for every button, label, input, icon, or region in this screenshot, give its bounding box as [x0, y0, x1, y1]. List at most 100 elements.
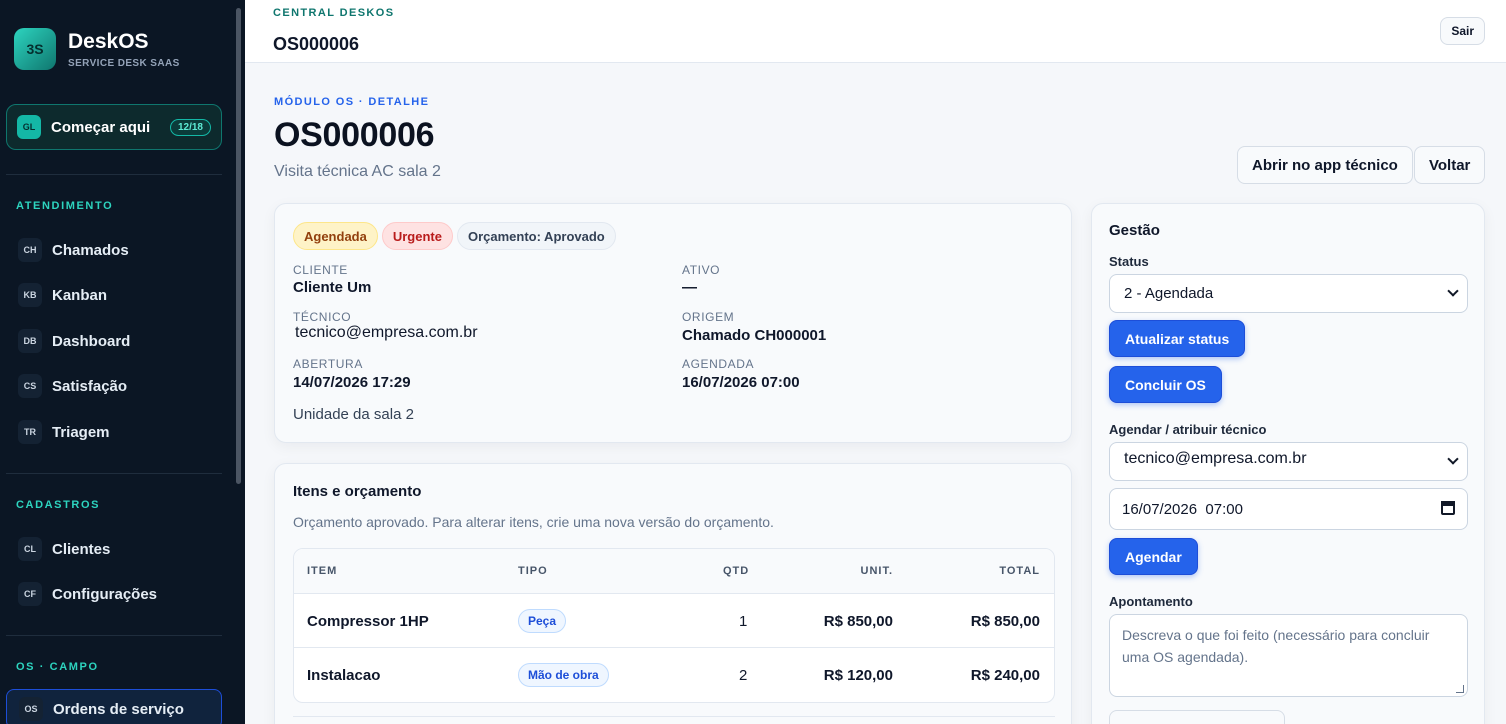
start-here-button[interactable]: GL Começar aqui 12/18	[6, 104, 222, 150]
status-select[interactable]: 2 - Agendada	[1109, 274, 1468, 313]
clientes-icon: CL	[18, 537, 42, 561]
col-total: TOTAL	[999, 565, 1040, 577]
items-table: ITEM TIPO QTD UNIT. TOTAL Compressor 1HP…	[293, 548, 1055, 703]
open-tech-app-button[interactable]: Abrir no app técnico	[1237, 146, 1413, 184]
item-total: R$ 850,00	[970, 613, 1040, 630]
sidebar-item-satisfacao[interactable]: CS Satisfação	[6, 366, 222, 406]
chamados-icon: CH	[18, 238, 42, 262]
status-label: Status	[1109, 254, 1149, 269]
ativo-value: —	[682, 279, 697, 296]
table-header: ITEM TIPO QTD UNIT. TOTAL	[294, 549, 1054, 594]
sidebar-item-chamados[interactable]: CH Chamados	[6, 230, 222, 270]
chevron-down-icon	[1447, 285, 1459, 297]
item-name: Instalacao	[307, 667, 381, 684]
brand: 3S DeskOS SERVICE DESK SAAS	[14, 28, 180, 70]
abertura-value: 14/07/2026 17:29	[293, 374, 411, 391]
sidebar-item-label: Configurações	[52, 585, 158, 603]
start-label: Começar aqui	[51, 118, 151, 136]
items-divider	[293, 716, 1055, 717]
topbar: CENTRAL DESKOS OS000006 Sair	[245, 0, 1506, 63]
sidebar-item-triagem[interactable]: TR Triagem	[6, 412, 222, 452]
summary-card: Agendada Urgente Orçamento: Aprovado CLI…	[274, 203, 1072, 443]
technician-select[interactable]: tecnico@empresa.com.br	[1109, 442, 1468, 481]
brand-title: DeskOS	[68, 29, 149, 53]
origem-label: ORIGEM	[682, 310, 735, 324]
secondary-button[interactable]	[1109, 710, 1285, 724]
note-placeholder: Descreva o que foi feito (necessário par…	[1122, 627, 1430, 665]
tecnico-value: tecnico@empresa.com.br	[295, 324, 478, 341]
item-qty: 2	[739, 667, 748, 684]
col-item: ITEM	[307, 565, 338, 577]
sidebar-item-label: Triagem	[52, 423, 110, 441]
datetime-input[interactable]: 16/07/2026 07:00	[1109, 488, 1468, 530]
sidebar-divider	[6, 635, 222, 636]
status-select-value: 2 - Agendada	[1124, 285, 1214, 302]
items-note: Orçamento aprovado. Para alterar itens, …	[293, 514, 774, 530]
origem-value: Chamado CH000001	[682, 327, 827, 344]
sidebar-item-clientes[interactable]: CL Clientes	[6, 529, 222, 569]
note-textarea[interactable]: Descreva o que foi feito (necessário par…	[1109, 614, 1468, 697]
tecnico-label: TÉCNICO	[293, 310, 352, 324]
sidebar-item-kanban[interactable]: KB Kanban	[6, 275, 222, 315]
cliente-label: CLIENTE	[293, 263, 348, 277]
table-row: Instalacao Mão de obra 2 R$ 120,00 R$ 24…	[294, 648, 1054, 702]
sidebar-item-label: Clientes	[52, 540, 111, 558]
col-unit: UNIT.	[860, 565, 893, 577]
back-button[interactable]: Voltar	[1414, 146, 1486, 184]
abertura-label: ABERTURA	[293, 357, 363, 371]
section-title-os-campo: OS · CAMPO	[16, 661, 99, 673]
agendada-value: 16/07/2026 07:00	[682, 374, 800, 391]
kanban-icon: KB	[18, 283, 42, 307]
sidebar-scrollbar[interactable]	[236, 8, 241, 484]
sidebar-item-label: Kanban	[52, 286, 108, 304]
sidebar-item-dashboard[interactable]: DB Dashboard	[6, 321, 222, 361]
datetime-value: 16/07/2026 07:00	[1122, 500, 1243, 518]
technician-select-value: tecnico@empresa.com.br	[1124, 449, 1307, 467]
items-card: Itens e orçamento Orçamento aprovado. Pa…	[274, 463, 1072, 724]
topbar-kicker: CENTRAL DESKOS	[273, 7, 395, 19]
satisfacao-icon: CS	[18, 374, 42, 398]
logout-button[interactable]: Sair	[1440, 17, 1485, 45]
priority-badge: Urgente	[381, 222, 453, 250]
item-type-chip: Peça	[518, 609, 567, 633]
agendada-label: AGENDADA	[682, 357, 755, 371]
ativo-label: ATIVO	[682, 263, 721, 277]
sidebar-item-ordens-de-servico[interactable]: OS Ordens de serviço	[6, 689, 222, 724]
item-type-chip: Mão de obra	[518, 663, 609, 687]
sidebar-item-configuracoes[interactable]: CF Configurações	[6, 574, 222, 614]
budget-badge: Orçamento: Aprovado	[456, 222, 616, 250]
triagem-icon: TR	[18, 420, 42, 444]
status-badges: Agendada Urgente Orçamento: Aprovado	[293, 222, 616, 250]
col-tipo: TIPO	[518, 565, 548, 577]
page-kicker: MÓDULO OS · DETALHE	[274, 96, 430, 108]
schedule-label: Agendar / atribuir técnico	[1109, 422, 1267, 437]
ordens-icon: OS	[19, 697, 43, 721]
note-label: Apontamento	[1109, 594, 1193, 609]
location-text: Unidade da sala 2	[293, 406, 414, 423]
schedule-button[interactable]: Agendar	[1109, 538, 1198, 575]
topbar-title: OS000006	[273, 34, 360, 54]
gestao-panel: Gestão Status 2 - Agendada Atualizar sta…	[1091, 203, 1485, 724]
start-progress-badge: 12/18	[169, 118, 211, 136]
sidebar-item-label: Satisfação	[52, 377, 128, 395]
update-status-button[interactable]: Atualizar status	[1109, 320, 1246, 357]
item-unit: R$ 120,00	[823, 667, 893, 684]
sidebar-item-label: Dashboard	[52, 332, 131, 350]
brand-subtitle: SERVICE DESK SAAS	[68, 57, 180, 69]
calendar-icon[interactable]	[1441, 501, 1455, 515]
conclude-os-button[interactable]: Concluir OS	[1109, 366, 1222, 403]
resize-grip-icon[interactable]	[1456, 685, 1464, 693]
dashboard-icon: DB	[18, 329, 42, 353]
gestao-title: Gestão	[1109, 222, 1160, 239]
col-qtd: QTD	[723, 565, 750, 577]
item-qty: 1	[739, 613, 748, 630]
items-title: Itens e orçamento	[293, 483, 422, 500]
item-unit: R$ 850,00	[823, 613, 893, 630]
start-icon: GL	[17, 115, 41, 139]
sidebar-item-label: Chamados	[52, 241, 129, 259]
page-subtitle: Visita técnica AC sala 2	[274, 163, 441, 180]
sidebar-divider	[6, 473, 222, 474]
chevron-down-icon	[1447, 453, 1459, 465]
cliente-value: Cliente Um	[293, 279, 372, 296]
configuracoes-icon: CF	[18, 582, 42, 606]
